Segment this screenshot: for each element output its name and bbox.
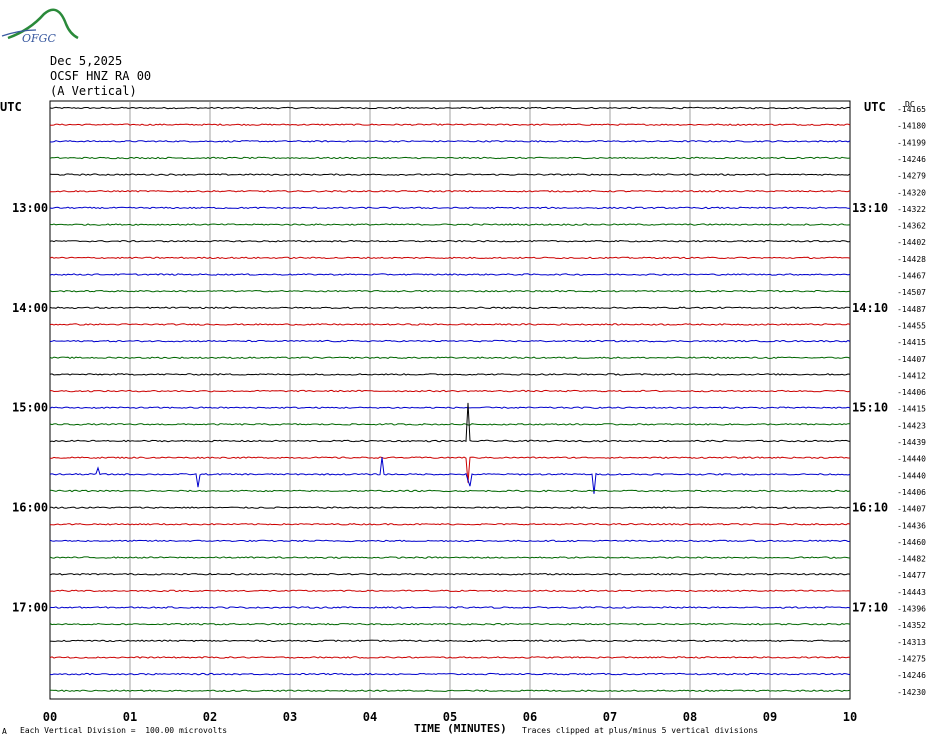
trace-row-28	[49, 572, 851, 576]
dc-offset-label: -14180	[897, 122, 926, 131]
clip-note: Traces clipped at plus/minus 5 vertical …	[522, 726, 759, 735]
left-utc-label: UTC	[0, 100, 22, 114]
dc-offset-label: -14406	[897, 388, 926, 397]
left-time-label: 15:00	[12, 401, 48, 415]
dc-offset-label: -14402	[897, 238, 926, 247]
dc-offset-label: -14415	[897, 338, 926, 347]
x-axis-title: TIME (MINUTES)	[414, 722, 507, 735]
x-tick-label: 02	[203, 710, 217, 724]
x-tick-label: 01	[123, 710, 137, 724]
dc-offset-label: -14362	[897, 222, 926, 231]
x-tick-label: 07	[603, 710, 617, 724]
dc-offset-label: -14443	[897, 588, 926, 597]
dc-offset-label: -14487	[897, 305, 926, 314]
trace-row-19	[49, 423, 851, 426]
x-tick-label: 09	[763, 710, 777, 724]
dc-offset-label: -14460	[897, 538, 926, 547]
left-time-label: 14:00	[12, 301, 48, 315]
dc-offset-label: -14440	[897, 471, 926, 480]
trace-row-17	[49, 389, 851, 393]
dc-offset-label: -14436	[897, 521, 926, 530]
dc-offset-label: -14275	[897, 654, 926, 663]
x-tick-label: 08	[683, 710, 697, 724]
dc-offset-label: -14412	[897, 371, 926, 380]
left-time-label: 13:00	[12, 201, 48, 215]
right-time-label: 14:10	[852, 301, 888, 315]
dc-offset-label: -14415	[897, 405, 926, 414]
dc-offset-label: -14439	[897, 438, 926, 447]
left-time-label: 17:00	[12, 601, 48, 615]
dc-offset-label: -14423	[897, 421, 926, 430]
dc-offset-label: -14407	[897, 355, 926, 364]
left-time-label: 16:00	[12, 501, 48, 515]
x-tick-label: 03	[283, 710, 297, 724]
right-time-label: 13:10	[852, 201, 888, 215]
dc-offset-label: -14428	[897, 255, 926, 264]
right-time-label: 15:10	[852, 401, 888, 415]
dc-offset-label: -14467	[897, 272, 926, 281]
dc-offset-label: -14477	[897, 571, 926, 580]
dc-offset-label: -14322	[897, 205, 926, 214]
dc-offset-label: -14320	[897, 188, 926, 197]
dc-offset-label: -14406	[897, 488, 926, 497]
x-tick-label: 04	[363, 710, 377, 724]
dc-offset-label: -14246	[897, 671, 926, 680]
right-utc-label: UTC	[864, 100, 886, 114]
right-time-label: 16:10	[852, 501, 888, 515]
dc-offset-label: -14352	[897, 621, 926, 630]
right-time-label: 17:10	[852, 601, 888, 615]
dc-offset-label: -14230	[897, 688, 926, 697]
dc-offset-label: -14407	[897, 505, 926, 514]
helicorder-plot: 00 01 02 03 04 05 06 07 08 09 10-14165-14180-14199…	[0, 100, 926, 724]
dc-offset-label: -14199	[897, 138, 926, 147]
dc-offset-label: -14455	[897, 321, 926, 330]
dc-offset-label: -14440	[897, 455, 926, 464]
x-tick-label: 10	[843, 710, 857, 724]
dc-offset-label: -14507	[897, 288, 926, 297]
dc-offset-label: -14246	[897, 155, 926, 164]
footer-left-mark: A	[2, 727, 7, 736]
dc-label: DC	[905, 100, 915, 109]
dc-offset-label: -14482	[897, 555, 926, 564]
dc-offset-label: -14396	[897, 605, 926, 614]
x-tick-label: 06	[523, 710, 537, 724]
scale-note: Each Vertical Division = 100.00 microvol…	[20, 726, 228, 735]
dc-offset-label: -14313	[897, 638, 926, 647]
x-tick-label: 00	[43, 710, 57, 724]
dc-offset-label: -14279	[897, 172, 926, 181]
